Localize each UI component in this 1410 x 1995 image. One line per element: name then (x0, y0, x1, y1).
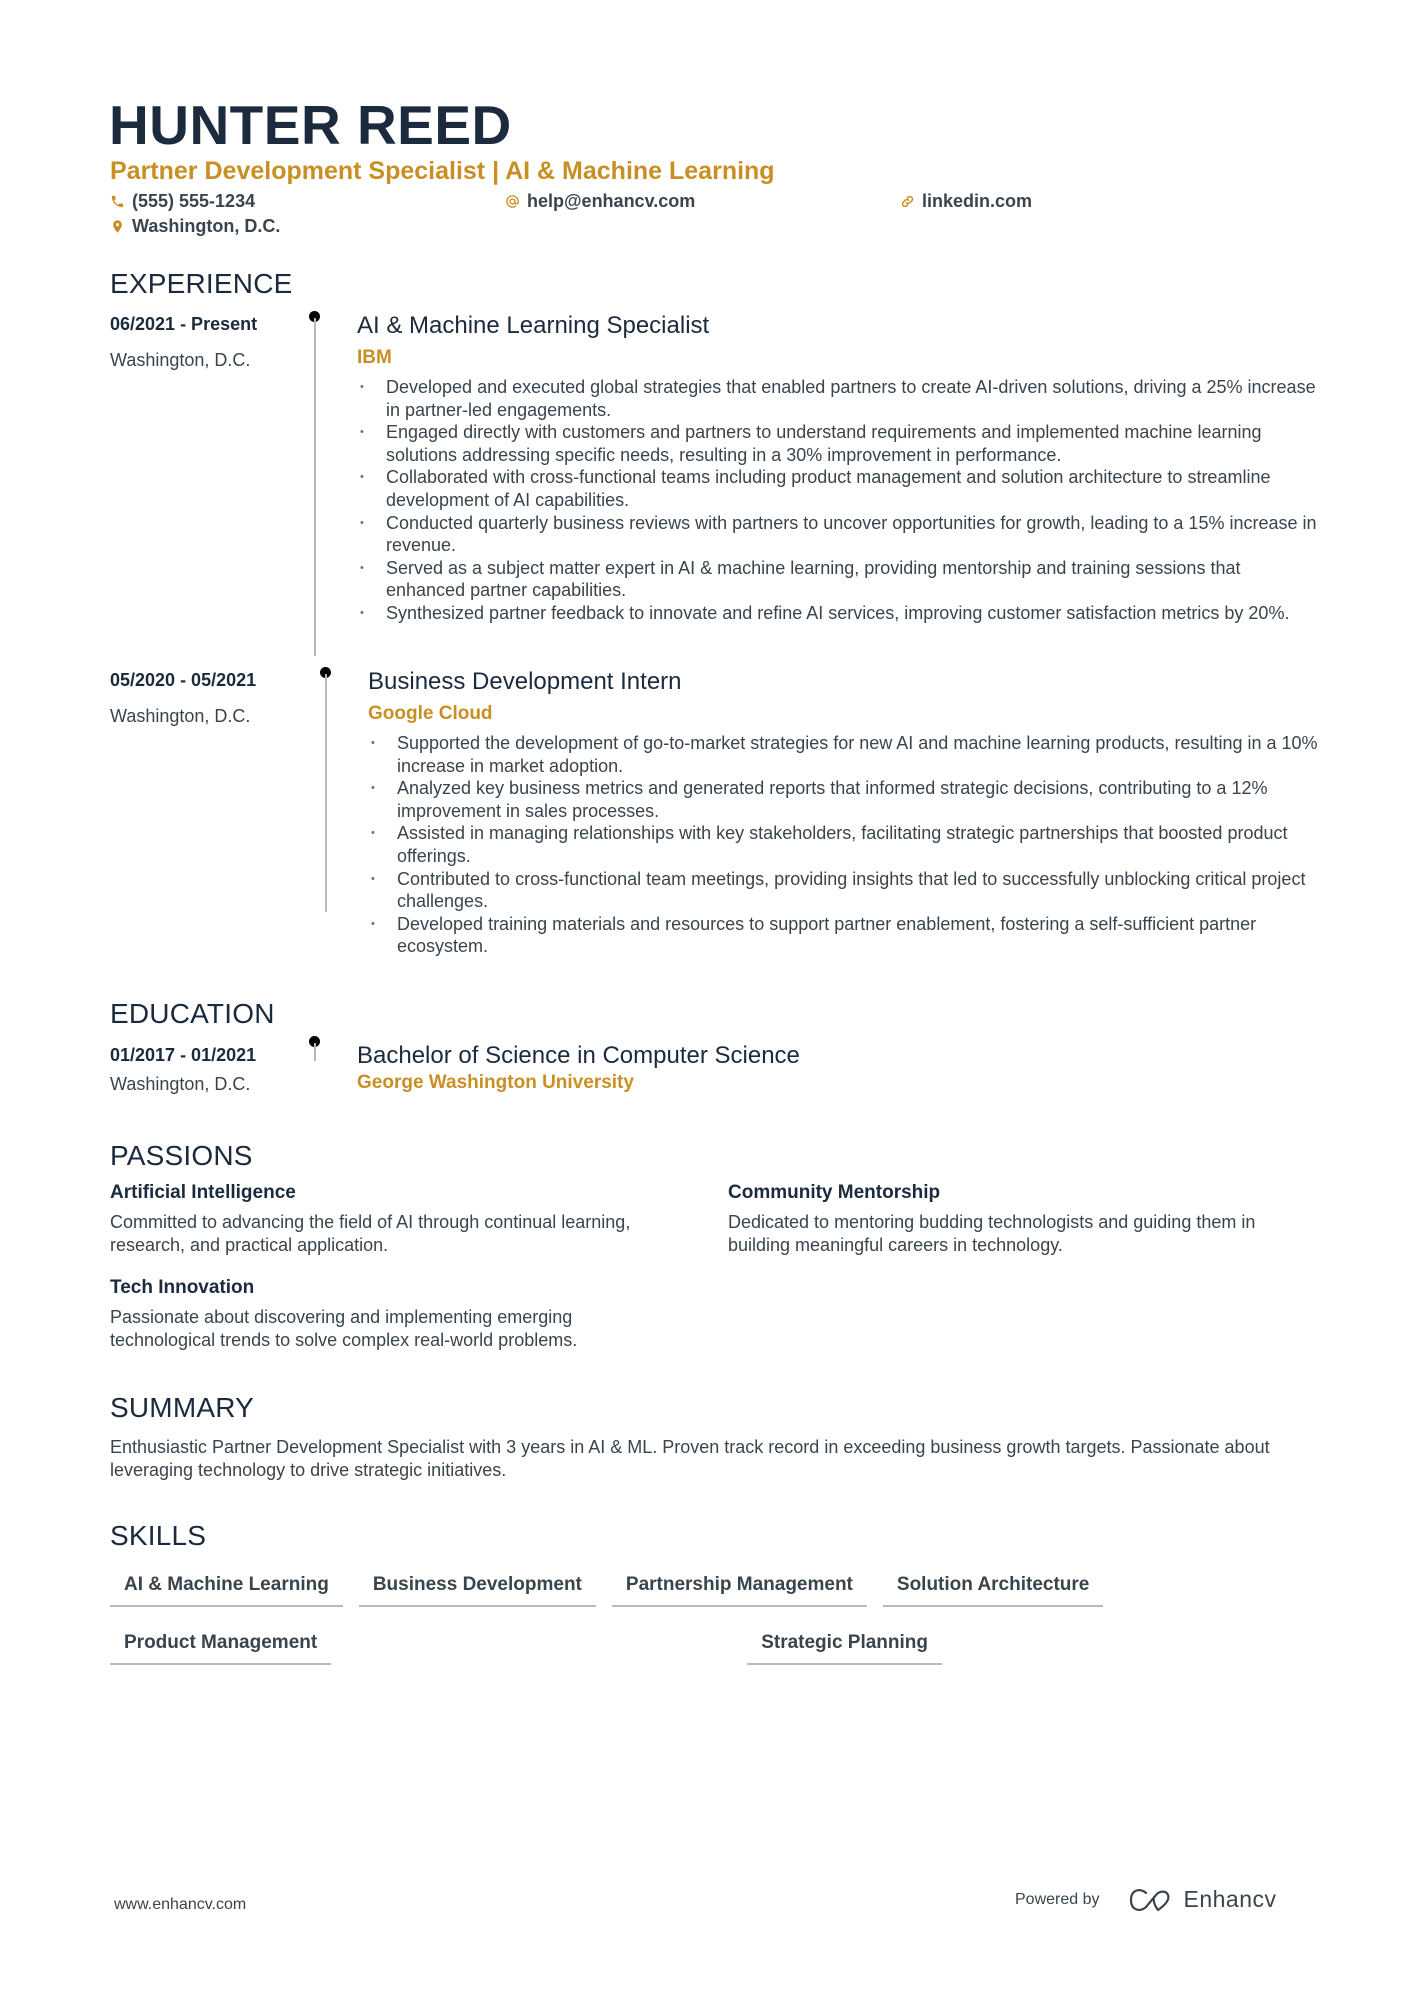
bullet-item: Developed training materials and resourc… (369, 913, 1319, 958)
skills-heading: SKILLS (110, 1520, 207, 1551)
experience-role: Business Development Intern (368, 668, 682, 695)
education-school: George Washington University (357, 1072, 634, 1093)
contact-website[interactable]: linkedin.com (900, 190, 1032, 212)
experience-bullets: Developed and executed global strategies… (358, 376, 1318, 625)
experience-company: Google Cloud (368, 703, 493, 724)
at-sign-icon (506, 194, 519, 208)
education-dates: 01/2017 - 01/2021 (110, 1045, 257, 1065)
website-text[interactable]: linkedin.com (922, 190, 1032, 212)
link-icon (901, 195, 914, 207)
experience-location: Washington, D.C. (110, 350, 251, 370)
passion-description: Committed to advancing the field of AI t… (110, 1212, 631, 1255)
contact-location: Washington, D.C. (110, 215, 280, 237)
timeline-line (325, 674, 327, 912)
passion-title: Community Mentorship (728, 1182, 941, 1203)
summary-heading: SUMMARY (110, 1392, 255, 1423)
experience-dates: 06/2021 - Present (110, 314, 258, 334)
skills-list: AI & Machine Learning Business Developme… (110, 1568, 1210, 1665)
experience-dates: 05/2020 - 05/2021 (110, 670, 257, 690)
experience-company: IBM (357, 347, 392, 368)
phone-icon (111, 195, 124, 207)
bullet-item: Developed and executed global strategies… (358, 376, 1318, 421)
bullet-item: Collaborated with cross-functional teams… (358, 466, 1318, 511)
phone-text: (555) 555-1234 (132, 191, 256, 211)
timeline-line (314, 1043, 316, 1061)
skill-tag: Business Development (358, 1568, 596, 1607)
candidate-name: HUNTER REED (109, 94, 512, 156)
passion-description: Passionate about discovering and impleme… (110, 1307, 578, 1350)
education-heading: EDUCATION (110, 998, 275, 1029)
skill-tag: Partnership Management (611, 1568, 867, 1607)
experience-heading: EXPERIENCE (110, 268, 293, 299)
skill-tag: Strategic Planning (747, 1626, 943, 1665)
skill-tag: AI & Machine Learning (110, 1568, 343, 1607)
experience-bullets: Supported the development of go-to-marke… (369, 732, 1319, 958)
contact-phone: (555) 555-1234 (110, 190, 255, 212)
footer-website-link[interactable]: www.enhancv.com (114, 1896, 246, 1914)
passion-description: Dedicated to mentoring budding technolog… (728, 1212, 1256, 1255)
footer-branding[interactable]: Powered by Enhancv (1015, 1886, 1277, 1913)
education-degree: Bachelor of Science in Computer Science (357, 1042, 800, 1069)
passions-heading: PASSIONS (110, 1140, 253, 1171)
skill-tag: Product Management (110, 1626, 332, 1665)
powered-by-label: Powered by (1015, 1890, 1100, 1908)
timeline-line (314, 318, 316, 656)
skill-tag: Solution Architecture (882, 1568, 1104, 1607)
bullet-item: Synthesized partner feedback to innovate… (358, 602, 1318, 625)
enhancv-logo-icon (1129, 1888, 1169, 1911)
bullet-item: Engaged directly with customers and part… (358, 421, 1318, 466)
bullet-item: Supported the development of go-to-marke… (369, 732, 1319, 777)
bullet-item: Served as a subject matter expert in AI … (358, 557, 1318, 602)
location-pin-icon (113, 219, 122, 233)
bullet-item: Analyzed key business metrics and genera… (369, 777, 1319, 822)
experience-location: Washington, D.C. (110, 706, 251, 726)
bullet-item: Conducted quarterly business reviews wit… (358, 512, 1318, 557)
experience-role: AI & Machine Learning Specialist (357, 312, 710, 339)
summary-text: Enthusiastic Partner Development Special… (110, 1437, 1270, 1480)
passion-title: Artificial Intelligence (110, 1182, 296, 1203)
location-text: Washington, D.C. (132, 216, 281, 236)
contact-email[interactable]: help@enhancv.com (505, 190, 695, 212)
bullet-item: Assisted in managing relationships with … (369, 822, 1319, 867)
bullet-item: Contributed to cross-functional team mee… (369, 868, 1319, 913)
enhancv-brand-name: Enhancv (1183, 1886, 1277, 1912)
job-title: Partner Development Specialist | AI & Ma… (110, 157, 775, 185)
email-text[interactable]: help@enhancv.com (527, 190, 695, 212)
passion-title: Tech Innovation (110, 1277, 255, 1298)
education-location: Washington, D.C. (110, 1074, 251, 1094)
